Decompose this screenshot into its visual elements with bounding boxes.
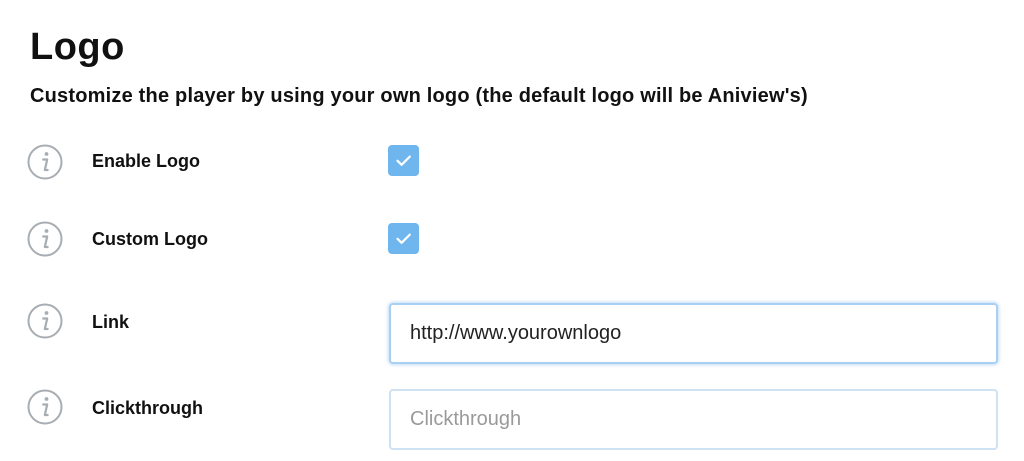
checkmark-icon [396,155,411,166]
setting-row-custom-logo: Custom Logo [0,220,1024,260]
setting-row-clickthrough: Clickthrough [0,389,1024,450]
logo-settings-panel: Logo Customize the player by using your … [0,0,1024,461]
link-input[interactable] [389,303,998,364]
custom-logo-checkbox[interactable] [388,223,419,254]
checkmark-icon [396,233,411,244]
clickthrough-label: Clickthrough [92,398,203,418]
enable-logo-label: Enable Logo [92,151,200,171]
page-subtitle: Customize the player by using your own l… [30,85,808,107]
info-icon[interactable] [27,303,63,339]
setting-row-enable-logo: Enable Logo [0,142,1024,182]
enable-logo-checkbox[interactable] [388,145,419,176]
custom-logo-label: Custom Logo [92,229,208,249]
info-icon[interactable] [27,389,63,425]
page-title: Logo [30,26,125,68]
link-label: Link [92,312,130,332]
info-icon[interactable] [27,221,63,257]
clickthrough-input[interactable] [389,389,998,450]
info-icon[interactable] [27,144,63,180]
setting-row-link: Link [0,303,1024,364]
